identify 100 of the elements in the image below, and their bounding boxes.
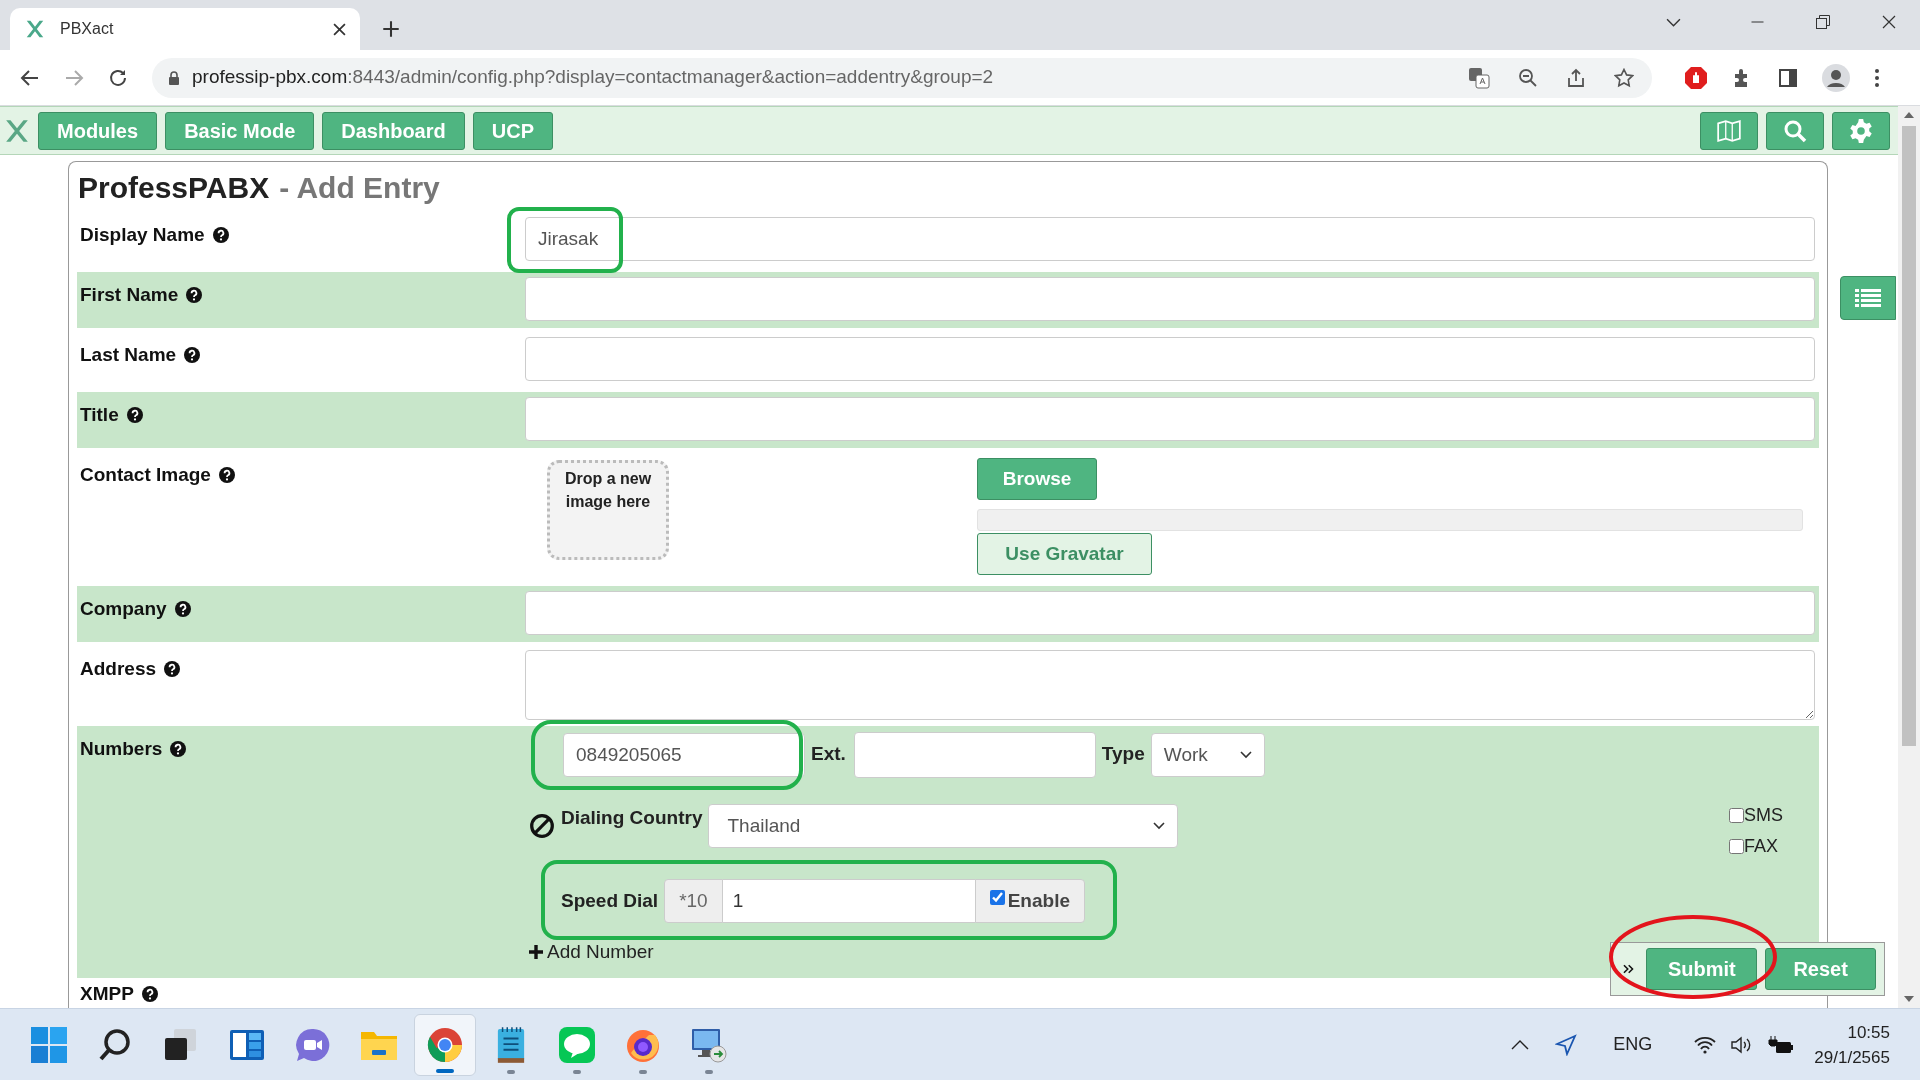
close-icon[interactable] (1882, 15, 1896, 29)
checkbox[interactable] (989, 890, 1005, 905)
scroll-down-icon[interactable] (1904, 996, 1914, 1002)
field-label: First Name (80, 284, 179, 306)
tab-search-icon[interactable] (1666, 17, 1681, 27)
restore-icon[interactable] (1816, 15, 1830, 29)
text-field[interactable] (525, 591, 1815, 635)
text-field[interactable] (525, 397, 1815, 441)
caret-icon (1239, 751, 1252, 759)
field-label: Last Name (80, 344, 177, 366)
text-field[interactable] (525, 337, 1815, 381)
text-field[interactable]: Jirasak (525, 217, 1815, 261)
checkbox-label: FAX (1744, 835, 1778, 858)
battery-charging-icon[interactable] (1768, 1034, 1795, 1055)
side-panel-icon[interactable] (1778, 67, 1798, 88)
search-icon (98, 1027, 132, 1062)
running-indicator (639, 1069, 647, 1074)
running-indicator (507, 1069, 515, 1074)
location-arrow-icon[interactable] (1555, 1033, 1578, 1056)
back-icon[interactable] (20, 67, 40, 88)
add-number-link[interactable]: Add Number (529, 938, 654, 967)
help-icon[interactable] (126, 407, 143, 423)
double-chevron-icon[interactable] (1623, 963, 1635, 975)
checkbox[interactable] (1729, 839, 1744, 854)
notepad-icon (496, 1025, 526, 1064)
text-field[interactable] (525, 277, 1815, 321)
logo-icon (24, 18, 46, 40)
list-icon (1855, 288, 1881, 308)
ext-label: Ext. (811, 742, 846, 766)
help-icon[interactable] (141, 986, 158, 1002)
bookmark-star-icon[interactable] (1614, 67, 1634, 88)
menu-icon[interactable] (1874, 67, 1880, 88)
zoom-out-icon[interactable] (1518, 67, 1538, 88)
plus-icon (529, 945, 543, 960)
checkbox[interactable] (1729, 808, 1744, 823)
map-button[interactable] (1700, 111, 1758, 150)
image-drop-zone[interactable]: Drop a new image here (547, 460, 669, 560)
translate-icon[interactable] (1468, 66, 1490, 89)
field-label: Display Name (80, 224, 205, 246)
tab-title: PBXact (60, 19, 115, 39)
browser-tab[interactable]: PBXact (10, 8, 360, 50)
scrollbar-thumb[interactable] (1902, 126, 1916, 746)
speed-dial-prefix: *10 (664, 879, 723, 923)
map-icon (1716, 117, 1742, 144)
search-button[interactable] (1766, 111, 1824, 150)
speed-dial-field[interactable]: 1 (722, 879, 975, 923)
field-label: XMPP (80, 983, 134, 1005)
type-label: Type (1101, 742, 1145, 766)
extension-field[interactable] (853, 732, 1096, 778)
checkbox-label: Enable (1007, 888, 1070, 913)
field-label: Address (80, 658, 157, 680)
new-tab-icon[interactable] (382, 20, 400, 38)
chat-bubble-icon (559, 1026, 595, 1063)
scrollbar[interactable] (1898, 106, 1920, 1008)
url-text: professip-pbx.com:8443/admin/config.php?display=contactmanager&action=addentry&group=2 (192, 65, 995, 90)
list-toggle-button[interactable] (1840, 276, 1896, 320)
wifi-icon[interactable] (1694, 1035, 1717, 1054)
help-icon[interactable] (218, 467, 235, 483)
page-title: ProfessPABX (78, 169, 270, 206)
profile-icon[interactable] (1822, 63, 1850, 92)
language-indicator[interactable]: ENG (1613, 1031, 1653, 1058)
phone-number-field[interactable]: 0849205065 (563, 733, 805, 777)
stop-hand-icon[interactable] (1684, 65, 1708, 90)
speed-dial-label: Speed Dial (561, 888, 659, 913)
clock-time[interactable]: 10:55 (1847, 1019, 1890, 1045)
address-bar[interactable]: professip-pbx.com:8443/admin/config.php?display=contactmanager&action=addentry&group=2 (152, 57, 1652, 98)
checkbox-label: SMS (1744, 804, 1783, 827)
settings-icon (1848, 117, 1874, 144)
task-view-icon (163, 1026, 199, 1063)
clock-date[interactable]: 29/1/2565 (1814, 1044, 1890, 1070)
country-dropdown[interactable]: Thailand (708, 804, 1179, 848)
field-label: Title (80, 404, 119, 426)
prohibited-icon (529, 813, 555, 839)
help-icon[interactable] (164, 661, 181, 677)
address-field[interactable] (525, 650, 1815, 720)
running-indicator (573, 1069, 581, 1074)
reload-icon[interactable] (108, 67, 128, 88)
share-icon[interactable] (1566, 67, 1586, 88)
caret-icon (1153, 822, 1166, 830)
field-label: Numbers (80, 738, 163, 760)
field-label: Contact Image (80, 464, 211, 486)
search-icon (1783, 118, 1807, 143)
help-icon[interactable] (184, 347, 201, 363)
lock-icon (168, 70, 180, 85)
chevron-up-icon[interactable] (1511, 1039, 1530, 1050)
running-indicator (436, 1068, 454, 1073)
help-icon[interactable] (170, 741, 187, 757)
page-subtitle: - Add Entry (279, 169, 440, 206)
video-chat-icon (295, 1026, 331, 1063)
help-icon[interactable] (212, 227, 229, 243)
running-indicator (705, 1069, 713, 1074)
settings-button[interactable] (1832, 111, 1890, 150)
help-icon[interactable] (186, 287, 203, 303)
help-icon[interactable] (174, 601, 191, 617)
type-dropdown[interactable]: Work (1150, 733, 1265, 777)
scroll-up-icon[interactable] (1904, 112, 1914, 118)
windows-icon (31, 1026, 67, 1063)
close-icon[interactable] (333, 22, 346, 36)
browser-icon (427, 1026, 463, 1063)
field-label: Company (80, 598, 167, 620)
